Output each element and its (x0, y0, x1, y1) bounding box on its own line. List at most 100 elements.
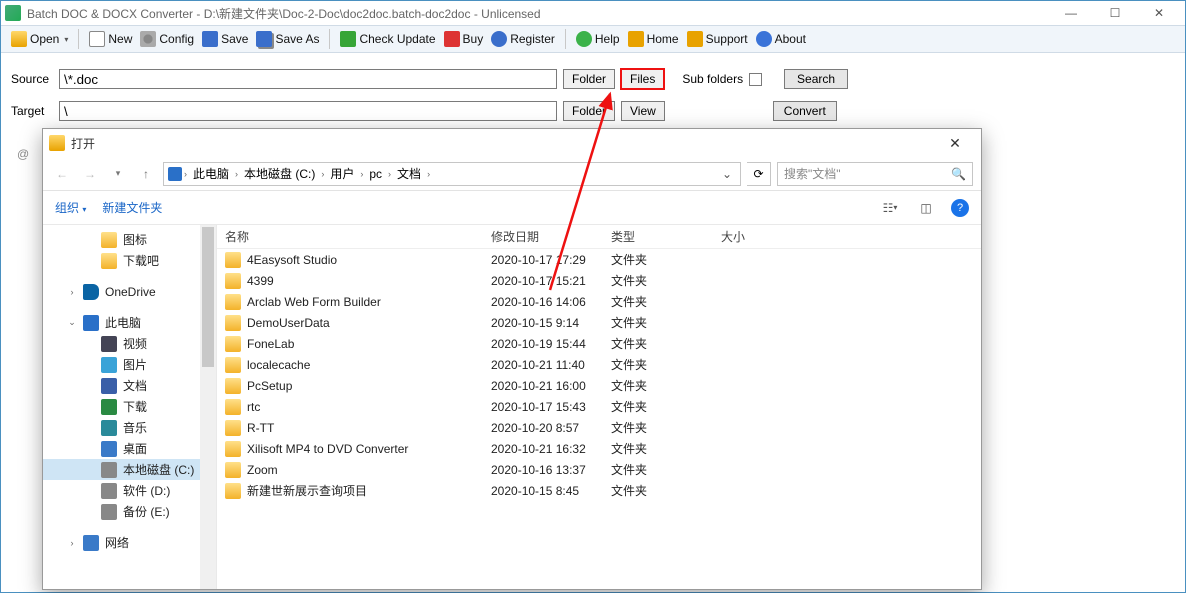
file-name: 4Easysoft Studio (247, 253, 337, 267)
file-row[interactable]: Zoom2020-10-16 13:37文件夹 (217, 459, 981, 480)
buy-button[interactable]: Buy (440, 29, 488, 49)
tree-item[interactable]: 视频 (43, 333, 216, 354)
tree-item[interactable]: ›网络 (43, 532, 216, 553)
breadcrumb[interactable]: › 此电脑› 本地磁盘 (C:)› 用户› pc› 文档› ⌄ (163, 162, 741, 186)
minimize-button[interactable]: — (1049, 1, 1093, 25)
check-update-button[interactable]: Check Update (336, 29, 439, 49)
source-row: Source Folder Files Sub folders Search (1, 63, 1185, 95)
dialog-search-input[interactable]: 搜索"文档" 🔍 (777, 162, 973, 186)
source-input[interactable] (59, 69, 557, 89)
save-button[interactable]: Save (198, 29, 252, 49)
dialog-icon (49, 135, 65, 151)
folder-icon (225, 336, 241, 352)
tree-item[interactable]: ⌄此电脑 (43, 312, 216, 333)
subfolders-checkbox[interactable] (749, 73, 762, 86)
nav-back-button[interactable]: ← (51, 163, 73, 185)
bc-item[interactable]: 本地磁盘 (C:) (240, 165, 319, 182)
tree-item[interactable]: 图标 (43, 229, 216, 250)
save-icon (202, 31, 218, 47)
file-row[interactable]: DemoUserData2020-10-15 9:14文件夹 (217, 312, 981, 333)
tree-item[interactable]: 下载 (43, 396, 216, 417)
nav-recent-button[interactable]: ▾ (107, 163, 129, 185)
file-name: FoneLab (247, 337, 294, 351)
folder-icon (225, 357, 241, 373)
file-row[interactable]: 新建世新展示查询项目2020-10-15 8:45文件夹 (217, 480, 981, 501)
tree-item[interactable]: 图片 (43, 354, 216, 375)
file-date: 2020-10-17 15:43 (483, 400, 603, 414)
tree-item[interactable]: 下载吧 (43, 250, 216, 271)
check-icon (340, 31, 356, 47)
picture-icon (101, 357, 117, 373)
video-icon (101, 336, 117, 352)
file-row[interactable]: 43992020-10-17 15:21文件夹 (217, 270, 981, 291)
tree-item[interactable]: 软件 (D:) (43, 480, 216, 501)
bc-item[interactable]: pc (365, 167, 386, 181)
file-date: 2020-10-17 17:29 (483, 253, 603, 267)
breadcrumb-drop-button[interactable]: ⌄ (718, 167, 736, 181)
view-mode-button[interactable]: ☷ ▾ (879, 199, 901, 217)
file-row[interactable]: Arclab Web Form Builder2020-10-16 14:06文… (217, 291, 981, 312)
tree-scrollbar[interactable] (200, 225, 216, 589)
home-button[interactable]: Home (624, 29, 683, 49)
help-button[interactable]: Help (572, 29, 624, 49)
col-size[interactable]: 大小 (713, 228, 793, 245)
file-row[interactable]: localecache2020-10-21 11:40文件夹 (217, 354, 981, 375)
new-folder-button[interactable]: 新建文件夹 (102, 199, 162, 216)
file-row[interactable]: FoneLab2020-10-19 15:44文件夹 (217, 333, 981, 354)
register-button[interactable]: Register (487, 29, 559, 49)
config-button[interactable]: Config (136, 29, 198, 49)
bc-item[interactable]: 用户 (326, 165, 358, 182)
support-button[interactable]: Support (683, 29, 752, 49)
tree-item[interactable]: 备份 (E:) (43, 501, 216, 522)
nav-up-button[interactable]: ↑ (135, 163, 157, 185)
tree-item[interactable]: 文档 (43, 375, 216, 396)
list-header[interactable]: 名称 修改日期 类型 大小 (217, 225, 981, 249)
file-list[interactable]: 名称 修改日期 类型 大小 4Easysoft Studio 2020-10-17… (217, 225, 981, 589)
target-view-button[interactable]: View (621, 101, 665, 121)
bc-item[interactable]: 此电脑 (189, 165, 233, 182)
target-folder-button[interactable]: Folder (563, 101, 615, 121)
tree-item-label: 图片 (123, 356, 147, 373)
about-button[interactable]: About (752, 29, 810, 49)
col-date[interactable]: 修改日期 (483, 228, 603, 245)
target-row: Target Folder View Convert (1, 95, 1185, 127)
tree-item[interactable]: 桌面 (43, 438, 216, 459)
file-row[interactable]: rtc2020-10-17 15:43文件夹 (217, 396, 981, 417)
convert-button[interactable]: Convert (773, 101, 837, 121)
col-name[interactable]: 名称 (217, 228, 483, 245)
save-as-icon (256, 31, 272, 47)
target-input[interactable] (59, 101, 557, 121)
music-icon (101, 420, 117, 436)
file-date: 2020-10-21 11:40 (483, 358, 603, 372)
dialog-title: 打开 (71, 135, 95, 152)
dialog-help-button[interactable]: ? (951, 199, 969, 217)
tree-item[interactable]: 音乐 (43, 417, 216, 438)
nav-forward-button[interactable]: → (79, 163, 101, 185)
file-row[interactable]: 4Easysoft Studio2020-10-17 17:29文件夹 (217, 249, 981, 270)
organize-menu[interactable]: 组织 ▾ (55, 199, 86, 216)
source-folder-button[interactable]: Folder (563, 69, 615, 89)
bc-item[interactable]: 文档 (393, 165, 425, 182)
file-name: PcSetup (247, 379, 292, 393)
save-as-button[interactable]: Save As (252, 29, 323, 49)
folder-icon (225, 420, 241, 436)
maximize-button[interactable]: ☐ (1093, 1, 1137, 25)
folder-icon (225, 315, 241, 331)
source-files-button[interactable]: Files (621, 69, 664, 89)
tree-item[interactable]: 本地磁盘 (C:) (43, 459, 216, 480)
preview-pane-button[interactable]: ◫ (915, 199, 937, 217)
file-row[interactable]: Xilisoft MP4 to DVD Converter2020-10-21 … (217, 438, 981, 459)
col-type[interactable]: 类型 (603, 228, 713, 245)
file-row[interactable]: R-TT2020-10-20 8:57文件夹 (217, 417, 981, 438)
new-button[interactable]: New (85, 29, 136, 49)
open-button[interactable]: Open▾ (7, 29, 72, 49)
close-button[interactable]: ✕ (1137, 1, 1181, 25)
source-label: Source (11, 72, 53, 86)
tree-item[interactable]: ›OneDrive (43, 281, 216, 302)
folder-icon (225, 252, 241, 268)
refresh-button[interactable]: ⟳ (747, 162, 771, 186)
search-button[interactable]: Search (784, 69, 848, 89)
folder-tree[interactable]: 图标下载吧 ›OneDrive ⌄此电脑视频图片文档下载音乐桌面本地磁盘 (C:)软… (43, 225, 217, 589)
dialog-close-button[interactable]: ✕ (935, 131, 975, 155)
file-row[interactable]: PcSetup2020-10-21 16:00文件夹 (217, 375, 981, 396)
